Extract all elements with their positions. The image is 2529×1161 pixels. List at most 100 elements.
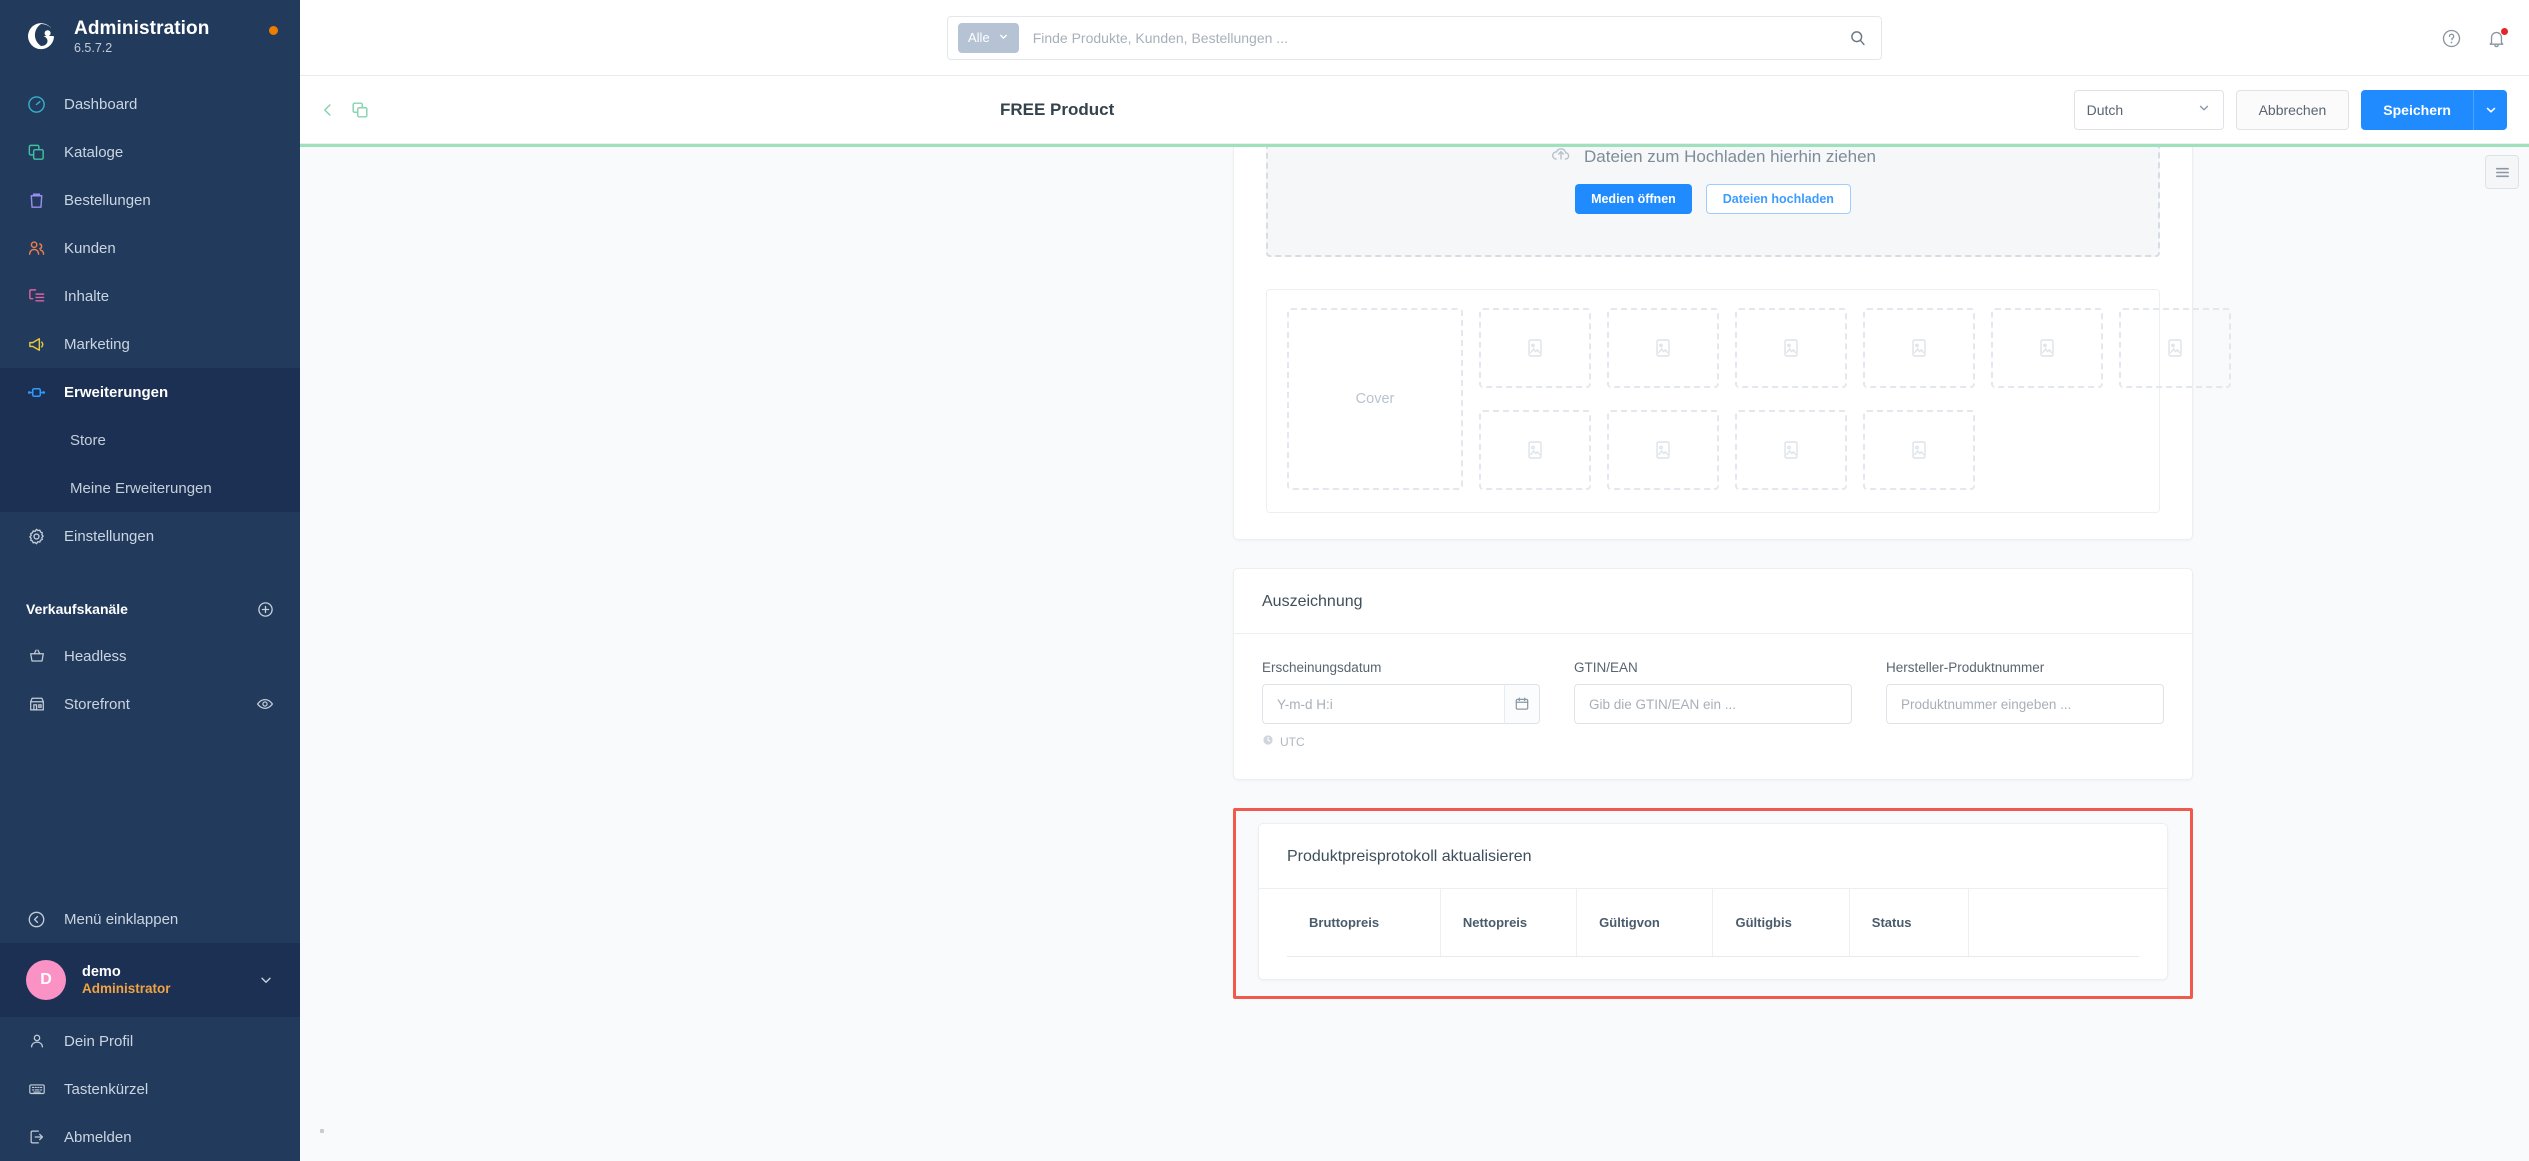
save-button-group: Speichern [2361, 89, 2507, 130]
media-slot[interactable] [1991, 308, 2103, 388]
cancel-button[interactable]: Abbrechen [2235, 89, 2350, 130]
media-slot[interactable] [1735, 410, 1847, 490]
chevron-down-icon [998, 30, 1009, 45]
sidebar-item-storefront[interactable]: Storefront [0, 680, 300, 728]
chevron-left-icon[interactable] [318, 100, 338, 120]
sidebar-item-kataloge[interactable]: Kataloge [0, 128, 300, 176]
sidebar-item-bestellungen[interactable]: Bestellungen [0, 176, 300, 224]
sidebar-subitem-store[interactable]: Store [0, 416, 300, 464]
bell-icon[interactable] [2486, 26, 2509, 49]
plugin-icon [26, 382, 47, 403]
page-title: FREE Product [1000, 99, 1115, 119]
media-slot[interactable] [1863, 308, 1975, 388]
release-date-field: Erscheinungsdatum Y-m-d H:i UTC [1262, 660, 1540, 749]
media-cover-slot[interactable]: Cover [1287, 308, 1463, 490]
clock-icon [1262, 734, 1274, 749]
price-log-table-shell: Bruttopreis Nettopreis Gültigvon Gültigb… [1259, 889, 2167, 979]
search-input[interactable] [1018, 29, 1849, 46]
media-slot[interactable] [1607, 308, 1719, 388]
table-header: Bruttopreis Nettopreis Gültigvon Gültigb… [1287, 889, 2139, 957]
search-scope-label: Alle [968, 30, 990, 45]
sidebar-item-marketing[interactable]: Marketing [0, 320, 300, 368]
user-role: Administrator [82, 980, 171, 996]
update-available-dot[interactable] [269, 26, 278, 35]
release-date-input[interactable] [1262, 684, 1504, 724]
gtin-ean-input[interactable] [1574, 684, 1852, 724]
sidebar-item-label: Storefront [64, 695, 130, 713]
topbar-actions [2441, 0, 2509, 76]
chevron-left-circle-icon [26, 909, 47, 930]
media-slot[interactable] [1479, 308, 1591, 388]
megaphone-icon [26, 334, 47, 355]
sidebar-item-erweiterungen[interactable]: Erweiterungen [0, 368, 300, 416]
help-circle-icon[interactable] [2441, 28, 2462, 49]
column-header-status[interactable]: Status [1849, 889, 1970, 957]
awards-card-body: Erscheinungsdatum Y-m-d H:i UTC GTIN/EAN… [1234, 634, 2192, 779]
brand-header[interactable]: Administration 6.5.7.2 [0, 0, 300, 66]
save-options-caret-icon[interactable] [2473, 89, 2507, 130]
user-icon [26, 1031, 47, 1052]
utc-note: UTC [1262, 734, 1540, 749]
sidebar-item-kunden[interactable]: Kunden [0, 224, 300, 272]
manufacturer-number-input[interactable] [1886, 684, 2164, 724]
brand-title: Administration [74, 18, 210, 40]
sidebar-item-label: Einstellungen [64, 527, 155, 545]
basket-icon [26, 646, 47, 667]
stray-artifact-dot [320, 1129, 324, 1133]
highlight-annotation: Produktpreisprotokoll aktualisieren Brut… [1233, 808, 2193, 999]
column-header-bruttopreis[interactable]: Bruttopreis [1287, 889, 1441, 957]
user-account-row[interactable]: D demo Administrator [0, 943, 300, 1017]
plus-circle-icon[interactable] [257, 601, 274, 618]
media-slot[interactable] [1607, 410, 1719, 490]
sidebar-item-label: Dashboard [64, 95, 138, 113]
sidebar-subitem-meine-erweiterungen[interactable]: Meine Erweiterungen [0, 464, 300, 512]
shopware-logo-icon [22, 18, 60, 56]
sidebar-item-dashboard[interactable]: Dashboard [0, 80, 300, 128]
price-log-card-title: Produktpreisprotokoll aktualisieren [1287, 848, 1532, 865]
brand-version: 6.5.7.2 [74, 41, 113, 56]
language-select[interactable]: Dutch [2073, 89, 2224, 130]
sales-channels-title: Verkaufskanäle [26, 601, 128, 617]
content-icon [26, 286, 47, 307]
media-slot[interactable] [1863, 410, 1975, 490]
eye-icon[interactable] [256, 695, 274, 713]
list-menu-icon[interactable] [2485, 155, 2519, 189]
search-scope-dropdown[interactable]: Alle [958, 22, 1019, 53]
manufacturer-number-label: Hersteller-Produktnummer [1886, 660, 2045, 675]
orders-bag-icon [26, 190, 47, 211]
notification-badge [2500, 26, 2509, 36]
save-button[interactable]: Speichern [2361, 89, 2473, 130]
sidebar-subitem-label: Meine Erweiterungen [70, 479, 212, 497]
calendar-icon[interactable] [1503, 684, 1540, 724]
sidebar-item-dein-profil[interactable]: Dein Profil [0, 1017, 300, 1065]
chevron-down-icon[interactable] [258, 972, 274, 988]
release-date-input-group [1262, 684, 1540, 724]
sidebar-item-label: Dein Profil [64, 1032, 134, 1050]
table-header-row: Bruttopreis Nettopreis Gültigvon Gültigb… [1287, 889, 2139, 957]
column-header-gueltigbis[interactable]: Gültigbis [1712, 889, 1850, 957]
cloud-upload-icon [1550, 147, 1572, 170]
sidebar-item-headless[interactable]: Headless [0, 632, 300, 680]
column-header-gueltigvon[interactable]: Gültigvon [1576, 889, 1714, 957]
media-slot[interactable] [1735, 308, 1847, 388]
awards-form-row: Erscheinungsdatum Y-m-d H:i UTC GTIN/EAN… [1262, 660, 2164, 749]
upload-files-button[interactable]: Dateien hochladen [1705, 184, 1851, 214]
search-icon[interactable] [1849, 29, 1881, 47]
media-grid: Cover [1287, 308, 2231, 490]
sidebar-item-inhalte[interactable]: Inhalte [0, 272, 300, 320]
collapse-menu-button[interactable]: Menü einklappen [0, 895, 300, 943]
media-slot[interactable] [2119, 308, 2231, 388]
sidebar-item-label: Kataloge [64, 143, 124, 161]
sales-channels-section-header: Verkaufskanäle [0, 586, 300, 632]
sidebar-item-einstellungen[interactable]: Einstellungen [0, 512, 300, 560]
sidebar-item-tastenkuerzel[interactable]: Tastenkürzel [0, 1065, 300, 1113]
column-header-nettopreis[interactable]: Nettopreis [1440, 889, 1578, 957]
price-log-card: Produktpreisprotokoll aktualisieren Brut… [1258, 823, 2168, 980]
duplicate-icon[interactable] [350, 100, 370, 120]
sidebar-item-abmelden[interactable]: Abmelden [0, 1113, 300, 1161]
open-media-button[interactable]: Medien öffnen [1575, 184, 1692, 214]
media-slot[interactable] [1479, 410, 1591, 490]
sidebar-item-label: Bestellungen [64, 191, 151, 209]
media-dropzone[interactable]: Dateien zum Hochladen hierhin ziehen Med… [1266, 147, 2160, 257]
global-search[interactable]: Alle [947, 15, 1882, 60]
